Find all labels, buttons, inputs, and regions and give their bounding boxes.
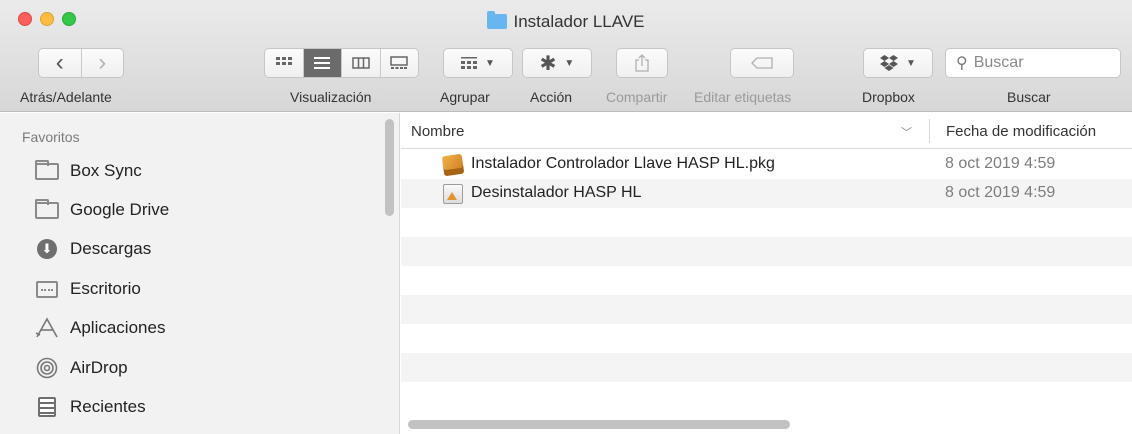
group-label: Agrupar — [440, 89, 490, 105]
window-title-text: Instalador LLAVE — [513, 12, 645, 31]
column-name-header[interactable]: Nombre — [411, 123, 464, 140]
dropbox-button[interactable]: ▼ — [863, 48, 933, 78]
script-app-icon — [443, 184, 463, 204]
sidebar: Favoritos Box Sync Google Drive ⬇ Descar… — [0, 113, 400, 434]
package-icon — [441, 153, 465, 177]
empty-row — [401, 382, 1132, 411]
applications-icon — [35, 317, 58, 338]
gallery-view-button[interactable] — [381, 49, 419, 77]
gallery-icon — [390, 56, 408, 69]
download-icon: ⬇ — [37, 239, 57, 259]
horizontal-scrollbar[interactable] — [408, 420, 790, 429]
finder-window: Instalador LLAVE ‹ › Atrás/Adelante Visu… — [0, 0, 1132, 434]
window-title: Instalador LLAVE — [0, 11, 1132, 32]
dropbox-label: Dropbox — [862, 89, 915, 105]
share-button[interactable] — [616, 48, 668, 78]
chevron-down-icon: ▼ — [485, 57, 495, 69]
tag-icon — [751, 57, 773, 69]
grid-icon — [275, 57, 292, 65]
group-button[interactable]: ▼ — [443, 48, 513, 78]
back-forward-label: Atrás/Adelante — [20, 89, 112, 105]
list-icon — [314, 57, 331, 69]
action-button[interactable]: ✱ ▼ — [522, 48, 592, 78]
chevron-down-icon: ▼ — [906, 57, 916, 69]
file-rows: Instalador Controlador Llave HASP HL.pkg… — [401, 150, 1132, 434]
share-icon — [635, 54, 649, 72]
file-name: Instalador Controlador Llave HASP HL.pkg — [471, 155, 775, 172]
file-date: 8 oct 2019 4:59 — [945, 155, 1056, 172]
recents-icon — [38, 397, 56, 417]
back-forward-control: ‹ › — [38, 48, 124, 78]
edit-tags-button[interactable] — [730, 48, 794, 78]
sidebar-item-google-drive[interactable]: Google Drive — [34, 195, 169, 225]
sidebar-item-label: Recientes — [70, 397, 146, 416]
sidebar-item-box-sync[interactable]: Box Sync — [34, 156, 142, 186]
search-icon: ⚲ — [956, 55, 968, 72]
column-date-header[interactable]: Fecha de modificación — [946, 123, 1096, 140]
desktop-icon — [36, 280, 58, 298]
folder-icon — [35, 159, 59, 180]
share-label: Compartir — [606, 89, 668, 105]
group-icon — [461, 56, 478, 69]
view-mode-control — [264, 48, 419, 78]
table-row[interactable]: Instalador Controlador Llave HASP HL.pkg… — [401, 150, 1132, 179]
search-input[interactable]: ⚲ Buscar — [945, 48, 1121, 78]
sidebar-item-recientes[interactable]: Recientes — [34, 392, 146, 422]
chevron-left-icon: ‹ — [55, 49, 64, 76]
search-label: Buscar — [1007, 89, 1051, 105]
folder-icon — [35, 198, 59, 219]
empty-row — [401, 266, 1132, 295]
icon-view-button[interactable] — [265, 49, 304, 77]
column-view-button[interactable] — [342, 49, 381, 77]
action-label: Acción — [530, 89, 573, 105]
sidebar-item-label: Box Sync — [70, 161, 142, 180]
sidebar-item-label: Escritorio — [70, 279, 141, 298]
file-date: 8 oct 2019 4:59 — [945, 184, 1056, 201]
table-row[interactable]: Desinstalador HASP HL 8 oct 2019 4:59 — [401, 179, 1132, 208]
chevron-right-icon: › — [98, 49, 107, 76]
sidebar-item-aplicaciones[interactable]: Aplicaciones — [34, 313, 165, 343]
columns-icon — [352, 57, 370, 69]
airdrop-icon — [36, 357, 58, 379]
file-list: Nombre ﹀ Fecha de modificación Instalado… — [401, 113, 1132, 434]
sidebar-item-escritorio[interactable]: Escritorio — [34, 274, 141, 304]
sidebar-section-favorites: Favoritos — [22, 129, 80, 145]
sidebar-item-label: Descargas — [70, 239, 152, 258]
sort-chevron-icon: ﹀ — [901, 127, 912, 139]
sidebar-item-label: Aplicaciones — [70, 318, 166, 337]
empty-row — [401, 324, 1132, 353]
sidebar-item-label: AirDrop — [70, 358, 128, 377]
empty-row — [401, 237, 1132, 266]
empty-row — [401, 208, 1132, 237]
empty-row — [401, 353, 1132, 382]
list-view-button[interactable] — [303, 49, 342, 77]
chevron-down-icon: ▼ — [564, 57, 575, 69]
sidebar-item-airdrop[interactable]: AirDrop — [34, 353, 128, 383]
back-button[interactable]: ‹ — [39, 49, 82, 77]
gear-icon: ✱ — [539, 52, 557, 75]
file-name: Desinstalador HASP HL — [471, 184, 642, 201]
dropbox-icon — [880, 55, 899, 71]
forward-button[interactable]: › — [82, 49, 124, 77]
sidebar-item-descargas[interactable]: ⬇ Descargas — [34, 234, 151, 264]
sidebar-scrollbar[interactable] — [385, 119, 394, 216]
search-placeholder: Buscar — [973, 54, 1024, 71]
column-divider[interactable] — [929, 119, 930, 143]
edit-tags-label: Editar etiquetas — [694, 89, 792, 105]
folder-icon — [487, 11, 508, 29]
toolbar: Instalador LLAVE ‹ › Atrás/Adelante Visu… — [0, 0, 1132, 112]
sidebar-item-label: Google Drive — [70, 200, 170, 219]
view-label: Visualización — [290, 89, 372, 105]
column-header: Nombre ﹀ Fecha de modificación — [401, 113, 1132, 149]
empty-row — [401, 295, 1132, 324]
